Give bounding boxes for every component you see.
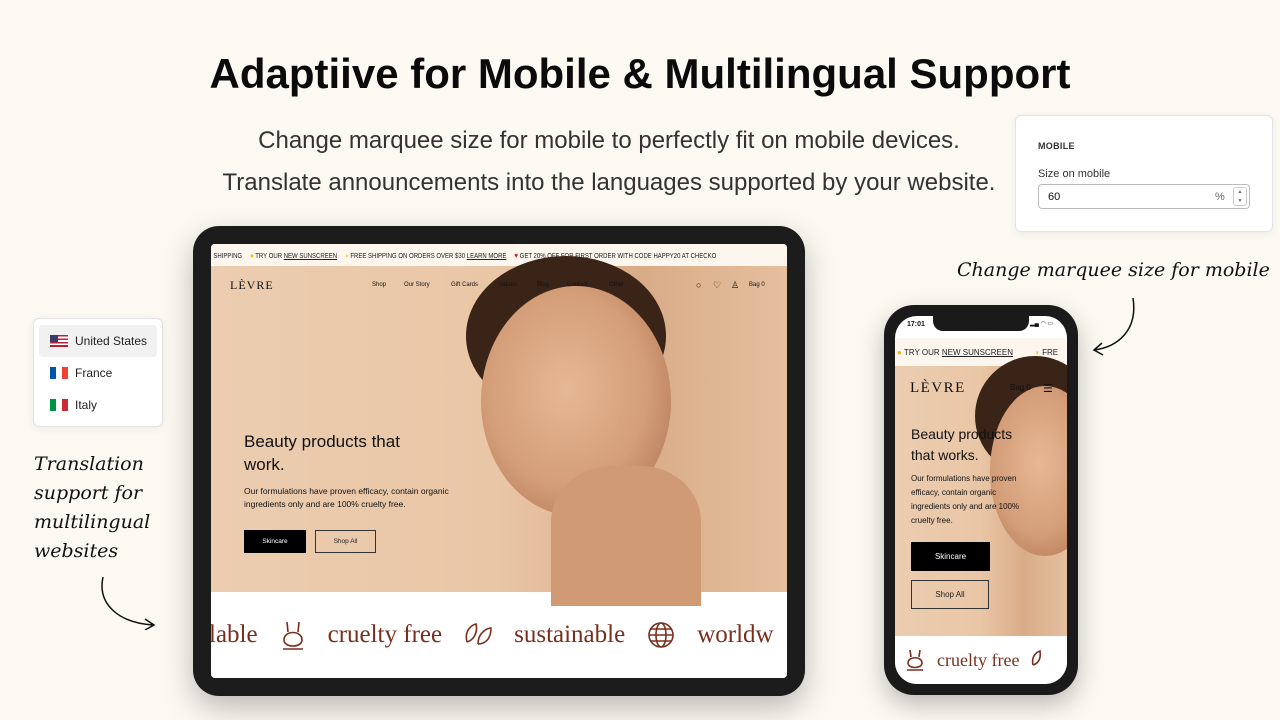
language-item-fr[interactable]: France (39, 357, 157, 389)
nav-blog[interactable]: Blog (537, 282, 549, 288)
tablet-screen: SHIPPING ● TRY OUR NEW SUNSCREEN ◗ FREE … (211, 244, 787, 678)
page-title: Adaptiive for Mobile & Multilingual Supp… (209, 50, 1071, 97)
nav-values[interactable]: Values (499, 282, 517, 288)
note-line: Translation (34, 453, 144, 475)
announcement-bar-wrap: SHIPPING ● TRY OUR NEW SUNSCREEN ◗ FREE … (211, 244, 787, 266)
announcement-link[interactable]: NEW SUNSCREEN (284, 251, 337, 260)
marquee-item: cruelty free (327, 621, 443, 648)
status-time: 17:01 (907, 321, 925, 328)
hero-heading: Beauty products that works. (911, 426, 1013, 463)
phone-bottom-marquee: cruelty free (895, 636, 1067, 684)
stepper[interactable]: ▲ ▼ (1233, 187, 1247, 206)
language-label: France (75, 366, 113, 380)
chevron-up-icon[interactable]: ▲ (1234, 188, 1246, 197)
nav-shop[interactable]: Shop (372, 282, 386, 288)
announcement: SHIPPING (213, 250, 243, 260)
marquee-item: worldw (697, 621, 774, 648)
announcement-bar[interactable]: SHIPPING ● TRY OUR NEW SUNSCREEN ◗ FREE … (211, 244, 787, 266)
hero-section: LÈVRE Shop Our Story Gift Cards Values B… (211, 256, 787, 606)
logo[interactable]: LÈVRE (910, 380, 966, 397)
marquee-item: lable (211, 621, 258, 648)
search-icon[interactable]: ○ (696, 280, 701, 290)
size-label: Size on mobile (1038, 168, 1111, 180)
tablet-nav: LÈVRE Shop Our Story Gift Cards Values B… (211, 278, 787, 292)
leaf-icon (465, 623, 492, 645)
bunny-icon (282, 621, 303, 650)
note-line: support for (34, 482, 143, 504)
skincare-button[interactable]: Skincare (244, 530, 306, 553)
nav-other[interactable]: Other (609, 282, 624, 288)
section-label: MOBILE (1038, 141, 1075, 151)
bunny-icon (907, 649, 923, 671)
shop-all-button[interactable]: Shop All (315, 530, 376, 553)
shop-all-button[interactable]: Shop All (911, 580, 989, 609)
sun-icon: ● (250, 250, 254, 260)
note-line: websites (34, 540, 119, 562)
sun-icon: ● (897, 347, 902, 357)
nav-our-story[interactable]: Our Story (404, 282, 430, 288)
mobile-settings-card: MOBILE Size on mobile 60 % ▲ ▼ (1015, 115, 1273, 232)
translation-note: Translation support for multilingual websit… (34, 450, 150, 566)
bag-link[interactable]: Bag 0 (749, 282, 765, 288)
arrow-icon (1092, 297, 1135, 356)
marquee-item: cruelty free (937, 649, 1020, 670)
account-icon[interactable]: ♙ (731, 280, 739, 291)
marquee-item: sustainable (514, 621, 626, 648)
announcement: ● TRY OUR NEW SUNSCREEN (897, 347, 1013, 357)
logo[interactable]: LÈVRE (230, 278, 274, 293)
language-label: United States (75, 334, 148, 348)
language-item-it[interactable]: Italy (39, 389, 157, 421)
mobile-size-note: Change marquee size for mobile (957, 259, 1270, 281)
heart-icon[interactable]: ♡ (713, 280, 721, 291)
announcement: ● TRY OUR NEW SUNSCREEN (250, 250, 338, 260)
nav-gift-cards[interactable]: Gift Cards (451, 282, 478, 288)
hero-heading: Beauty products that work. (244, 432, 400, 474)
phone-mockup: 17:01 ▂▄ ◠ ▭ ● TRY OUR NEW SUNSCREEN ◗ F… (884, 305, 1078, 695)
language-item-us[interactable]: United States (39, 325, 157, 357)
france-flag-icon (50, 367, 68, 379)
menu-icon[interactable]: ☰ (1043, 382, 1053, 395)
tablet-mockup: SHIPPING ● TRY OUR NEW SUNSCREEN ◗ FREE … (193, 226, 805, 696)
status-icons: ▂▄ ◠ ▭ (1030, 321, 1054, 327)
announcement: ◗ FREE SHIPPING ON ORDERS OVER $30 LEARN… (345, 250, 507, 260)
size-value: 60 (1048, 191, 1061, 203)
learn-more-link[interactable]: LEARN MORE (467, 251, 507, 260)
us-flag-icon (50, 335, 68, 347)
hero-text: Our formulations have proven efficacy, c… (244, 486, 449, 509)
italy-flag-icon (50, 399, 68, 411)
note-line: multilingual (34, 511, 151, 533)
hero-text: Our formulations have proven efficacy, c… (911, 474, 1020, 525)
skincare-button[interactable]: Skincare (911, 542, 990, 571)
language-label: Italy (75, 398, 98, 412)
lemon-icon: ◗ (345, 250, 349, 260)
nav-contact[interactable]: Contact (567, 282, 588, 288)
language-selector: United States France Italy (33, 318, 163, 427)
notch (933, 316, 1029, 331)
phone-screen: 17:01 ▂▄ ◠ ▭ ● TRY OUR NEW SUNSCREEN ◗ F… (895, 316, 1067, 684)
announcement-link[interactable]: NEW SUNSCREEN (942, 348, 1013, 357)
heart-icon: ♥ (514, 250, 518, 260)
unit-label: % (1215, 191, 1225, 203)
bag-link[interactable]: Bag 0 (1010, 383, 1031, 392)
chevron-down-icon[interactable]: ▼ (1234, 197, 1246, 206)
leaf-icon (1032, 650, 1042, 666)
phone-hero: LÈVRE Bag 0 ☰ Beauty products that works… (895, 356, 1067, 636)
arrow-icon (101, 576, 156, 630)
size-on-mobile-input[interactable]: 60 % ▲ ▼ (1038, 184, 1250, 209)
globe-icon (648, 622, 675, 648)
